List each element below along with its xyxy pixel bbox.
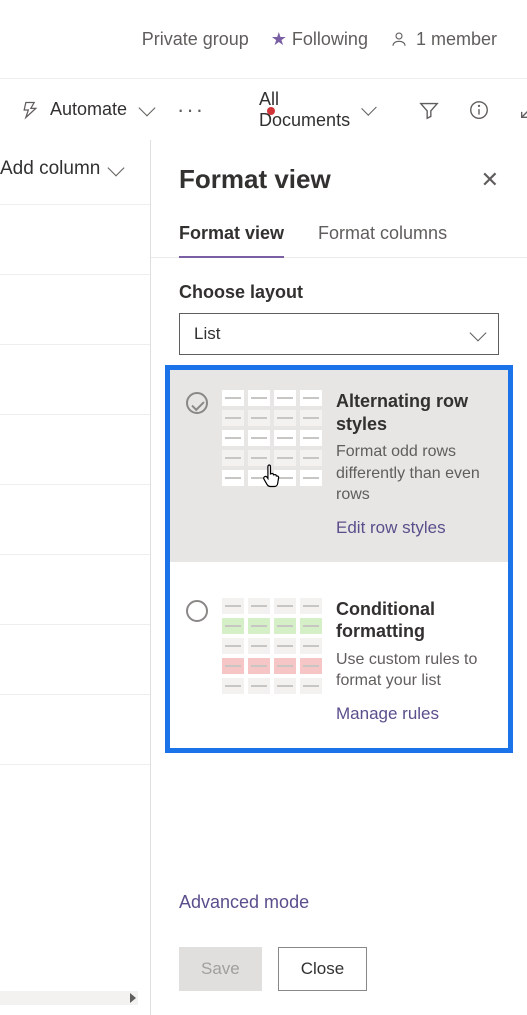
- alternating-desc: Format odd rows differently than even ro…: [336, 441, 492, 506]
- members-label: 1 member: [416, 29, 497, 50]
- star-icon: ★: [271, 29, 287, 49]
- list-row: [0, 694, 150, 764]
- alternating-thumbnail: [222, 390, 322, 538]
- info-icon[interactable]: [468, 99, 490, 121]
- conditional-formatting-card[interactable]: Conditional formatting Use custom rules …: [170, 578, 508, 748]
- conditional-desc: Use custom rules to format your list: [336, 649, 492, 692]
- list-row: [0, 554, 150, 624]
- format-view-panel: Format view ✕ Format view Format columns…: [150, 140, 527, 1015]
- layout-dropdown[interactable]: List: [179, 313, 499, 355]
- list-row: [0, 274, 150, 344]
- alternating-title: Alternating row styles: [336, 390, 492, 435]
- chevron-down-icon: [108, 159, 125, 176]
- views-dropdown[interactable]: All Documents: [251, 89, 374, 131]
- following-label: Following: [292, 29, 368, 49]
- close-button[interactable]: Close: [278, 947, 367, 991]
- advanced-mode-link[interactable]: Advanced mode: [151, 882, 527, 933]
- chevron-down-icon: [470, 324, 487, 341]
- conditional-title: Conditional formatting: [336, 598, 492, 643]
- close-panel-button[interactable]: ✕: [481, 167, 499, 193]
- radio-alternating[interactable]: [186, 392, 208, 414]
- list-row: [0, 484, 150, 554]
- filter-icon[interactable]: [418, 99, 440, 121]
- more-actions-button[interactable]: ···: [177, 97, 205, 123]
- panel-title: Format view: [179, 164, 331, 195]
- person-icon: [390, 30, 408, 48]
- save-button: Save: [179, 947, 262, 991]
- group-type-label: Private group: [142, 29, 249, 50]
- expand-icon[interactable]: [518, 99, 527, 121]
- tab-format-view[interactable]: Format view: [179, 223, 284, 258]
- manage-rules-link[interactable]: Manage rules: [336, 704, 492, 724]
- layout-value: List: [194, 324, 220, 344]
- tab-format-columns[interactable]: Format columns: [318, 223, 447, 258]
- following-toggle[interactable]: ★ Following: [271, 29, 368, 50]
- format-options-highlight: Alternating row styles Format odd rows d…: [165, 365, 513, 753]
- choose-layout-label: Choose layout: [179, 282, 499, 303]
- list-row: [0, 344, 150, 414]
- conditional-thumbnail: [222, 598, 322, 724]
- cursor-hand-icon: [259, 462, 285, 496]
- radio-conditional[interactable]: [186, 600, 208, 622]
- list-row: [0, 624, 150, 694]
- chevron-down-icon: [361, 100, 376, 115]
- members-info[interactable]: 1 member: [390, 29, 497, 50]
- add-column-label: Add column: [0, 158, 100, 180]
- add-column-button[interactable]: Add column: [0, 140, 150, 198]
- chevron-down-icon: [139, 100, 156, 117]
- flow-icon: [20, 100, 40, 120]
- alternating-row-styles-card[interactable]: Alternating row styles Format odd rows d…: [170, 370, 508, 562]
- list-row: [0, 414, 150, 484]
- automate-label: Automate: [50, 99, 127, 120]
- edit-row-styles-link[interactable]: Edit row styles: [336, 518, 492, 538]
- scroll-right-arrow-icon: [130, 993, 136, 1003]
- notification-dot-icon: [267, 107, 275, 115]
- list-row: [0, 764, 150, 834]
- automate-menu[interactable]: Automate: [20, 99, 153, 120]
- horizontal-scrollbar[interactable]: [0, 991, 138, 1005]
- list-row: [0, 204, 150, 274]
